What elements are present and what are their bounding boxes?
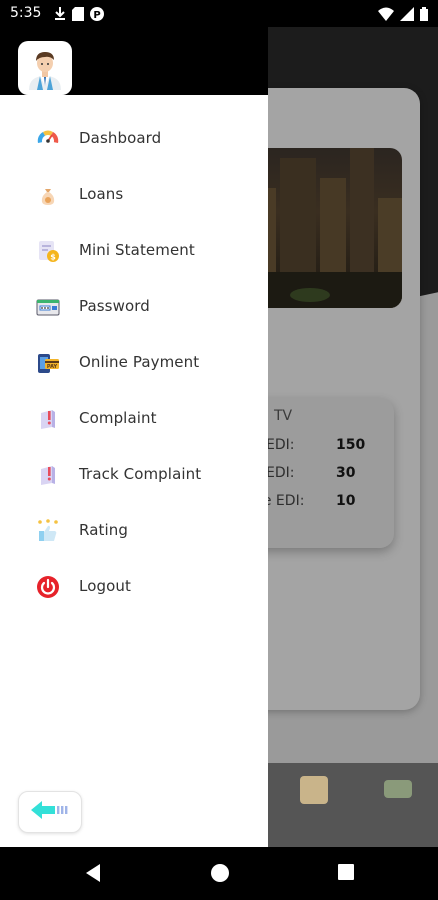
complaint-icon [36,407,60,431]
menu-item-mini-statement[interactable]: $ Mini Statement [0,223,268,279]
menu-item-label: Complaint [79,409,157,427]
menu-item-complaint[interactable]: Complaint [0,391,268,447]
menu-item-label: Track Complaint [79,465,202,483]
menu-item-dashboard[interactable]: Dashboard [0,111,268,167]
system-nav-bar [0,847,438,900]
background-card-title: TV [274,408,293,424]
sd-card-icon [72,6,84,25]
navigation-drawer: Dashboard Loans $ Mini Statement Passwor… [0,27,268,847]
menu-item-track-complaint[interactable]: Track Complaint [0,447,268,503]
recents-square-icon[interactable] [337,863,355,885]
password-card-icon [384,780,412,798]
online-payment-icon: PAY [36,351,60,375]
menu-item-loans[interactable]: Loans [0,167,268,223]
menu-item-label: Loans [79,185,124,203]
statement-icon [300,776,328,804]
statement-icon: $ [36,239,60,263]
menu-item-online-payment[interactable]: PAY Online Payment [0,335,268,391]
rating-icon [36,519,60,543]
app-notification-icon: P [90,6,104,25]
menu-item-password[interactable]: Password [0,279,268,335]
back-button[interactable] [18,791,82,833]
power-icon [36,575,60,599]
menu-item-label: Password [79,297,150,315]
password-card-icon [36,295,60,319]
menu-item-rating[interactable]: Rating [0,503,268,559]
doctor-avatar-icon[interactable] [18,41,72,95]
back-arrow-icon [29,799,71,825]
menu-item-logout[interactable]: Logout [0,559,268,615]
status-bar: 5:35 P [0,0,438,27]
battery-icon [420,6,428,25]
status-time: 5:35 [10,5,42,21]
svg-text:$: $ [50,253,56,262]
svg-text:PAY: PAY [47,364,58,370]
download-icon [54,6,66,25]
speedometer-icon [36,127,60,151]
back-triangle-icon[interactable] [84,863,102,887]
menu-item-label: Logout [79,577,131,595]
menu-item-label: Dashboard [79,129,162,147]
menu-item-label: Online Payment [79,353,200,371]
home-circle-icon[interactable] [210,863,230,887]
menu-item-label: Mini Statement [79,241,195,259]
track-complaint-icon [36,463,60,487]
menu-item-label: Rating [79,521,128,539]
signal-icon [400,6,414,25]
wifi-icon [378,6,394,25]
money-bag-icon [36,183,60,207]
svg-text:P: P [93,10,100,21]
